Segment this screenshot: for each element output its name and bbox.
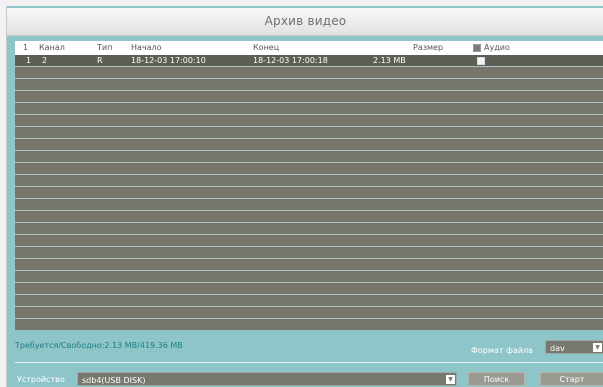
title-bar: Архив видео (7, 8, 603, 36)
cell-start: 18-12-03 17:00:10 (131, 56, 206, 65)
device-value: sdb4(USB DISK) (82, 376, 146, 385)
table-row-empty (15, 295, 603, 307)
header-index: 1 (23, 43, 29, 52)
table-row-empty (15, 79, 603, 91)
header-type[interactable]: Тип (97, 43, 112, 52)
table-row-empty (15, 247, 603, 259)
table-row-empty (15, 115, 603, 127)
table-row-empty (15, 67, 603, 79)
table-row[interactable]: 1 2 R 18-12-03 17:00:10 18-12-03 17:00:1… (15, 55, 603, 67)
cell-size: 2.13 MB (373, 56, 406, 65)
file-format-value: dav (550, 344, 565, 353)
header-channel[interactable]: Канал (39, 43, 65, 52)
table-row-empty (15, 187, 603, 199)
table-row-empty (15, 223, 603, 235)
header-start[interactable]: Начало (131, 43, 162, 52)
table-row-empty (15, 151, 603, 163)
divider (15, 362, 603, 363)
cell-index: 1 (26, 56, 32, 65)
header-end[interactable]: Конец (253, 43, 279, 52)
cell-channel: 2 (42, 56, 48, 65)
header-size[interactable]: Размер (413, 43, 443, 52)
table-row-empty (15, 163, 603, 175)
space-info: Требуется/Свободно:2.13 MB/419.36 MB (15, 341, 183, 350)
file-format-select[interactable]: dav ▼ (545, 340, 603, 354)
table-row-empty (15, 211, 603, 223)
window-title: Архив видео (264, 14, 347, 28)
table-row-empty (15, 235, 603, 247)
chevron-down-icon: ▼ (593, 343, 602, 352)
table-body: 1 2 R 18-12-03 17:00:10 18-12-03 17:00:1… (15, 55, 603, 319)
table-row-empty (15, 127, 603, 139)
search-button[interactable]: Поиск (468, 372, 525, 386)
device-select[interactable]: sdb4(USB DISK) ▼ (77, 372, 457, 386)
start-button[interactable]: Старт (540, 372, 603, 386)
file-format-label: Формат файла (471, 346, 533, 355)
table-header: 1 Канал Тип Начало Конец Размер Аудио (15, 42, 603, 55)
audio-select-all-checkbox[interactable] (473, 44, 481, 52)
cell-type: R (97, 56, 103, 65)
recordings-table: 1 Канал Тип Начало Конец Размер Аудио 1 … (15, 41, 603, 330)
table-row-empty (15, 91, 603, 103)
table-row-empty (15, 175, 603, 187)
table-row-empty (15, 283, 603, 295)
table-row-empty (15, 271, 603, 283)
device-label: Устройство (17, 375, 65, 384)
chevron-down-icon: ▼ (446, 375, 455, 384)
archive-video-window: Архив видео 1 Канал Тип Начало Конец Раз… (6, 6, 603, 387)
table-row-empty (15, 259, 603, 271)
cell-end: 18-12-03 17:00:18 (253, 56, 328, 65)
audio-checkbox[interactable] (477, 57, 485, 65)
table-row-empty (15, 103, 603, 115)
header-audio: Аудио (484, 43, 510, 52)
table-row-empty (15, 199, 603, 211)
table-row-empty (15, 139, 603, 151)
table-row-empty (15, 307, 603, 319)
